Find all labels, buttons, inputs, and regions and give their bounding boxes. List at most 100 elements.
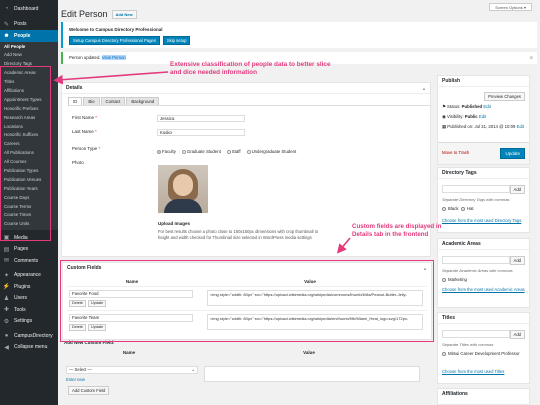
- menu-pages[interactable]: ▤ Pages: [0, 244, 58, 256]
- menu-settings[interactable]: ⚙ Settings: [0, 316, 58, 328]
- titles-input[interactable]: [442, 330, 510, 338]
- academic-areas-metabox: Academic Areas Add Separate Academic Are…: [437, 238, 530, 308]
- add-area-button[interactable]: Add: [509, 256, 525, 265]
- submenu-all-people[interactable]: All People: [0, 43, 58, 52]
- directory-tags-metabox: Directory Tags Add Separate Directory Ta…: [437, 167, 530, 233]
- add-tag-button[interactable]: Add: [509, 185, 525, 194]
- menu-dashboard[interactable]: ◔ Dashboard: [0, 3, 58, 15]
- setup-pages-button[interactable]: Setup Campus Directory Professional Page…: [69, 36, 160, 45]
- appearance-icon: ✦: [3, 272, 10, 279]
- tag-label: Marketing: [448, 277, 467, 282]
- remove-tag-icon[interactable]: [460, 206, 465, 211]
- directory-tags-input[interactable]: [442, 185, 510, 193]
- remove-tag-icon[interactable]: [442, 206, 446, 211]
- col-name: Name: [122, 350, 136, 355]
- remove-tag-icon[interactable]: [442, 277, 446, 282]
- menu-comments[interactable]: ✉ Comments: [0, 255, 58, 267]
- required-marker: *: [98, 146, 101, 151]
- tab-id[interactable]: ID: [68, 97, 83, 105]
- label-text: Person Type: [72, 146, 98, 151]
- welcome-text: Welcome to Campus Directory Professional: [69, 27, 163, 32]
- published-on-line: ▦ Published on: Jul 31, 2014 @ 10:09 Edi…: [442, 124, 526, 130]
- last-name-input[interactable]: Kusko: [157, 129, 245, 136]
- view-person-link[interactable]: View Person: [101, 55, 126, 60]
- tab-bio[interactable]: Bio: [83, 97, 100, 105]
- dashboard-icon: ◔: [4, 5, 9, 12]
- choose-most-used-tags-link[interactable]: Choose from the most used Directory Tags: [442, 218, 521, 223]
- skip-setup-button[interactable]: Skip setup: [162, 36, 191, 45]
- first-name-input[interactable]: Jessica: [157, 115, 245, 122]
- choose-most-used-areas-link[interactable]: Choose from the most used Academic Areas: [442, 287, 526, 293]
- tab-background[interactable]: Background: [126, 97, 160, 105]
- publish-actions: Move to Trash Update: [438, 142, 529, 164]
- affiliations-title[interactable]: Affiliations: [438, 389, 529, 400]
- publish-metabox: Publish Preview Changes ⚑ Status: Publis…: [437, 75, 530, 165]
- edit-date-link[interactable]: Edit: [517, 124, 524, 129]
- radio-faculty[interactable]: Faculty: [157, 149, 176, 154]
- menu-tools[interactable]: ✚ Tools: [0, 304, 58, 316]
- tab-contact[interactable]: Contact: [100, 97, 126, 105]
- menu-users[interactable]: ♟ Users: [0, 293, 58, 305]
- menu-label: Pages: [14, 246, 29, 253]
- submenu-add-new[interactable]: Add New: [0, 51, 58, 60]
- titles-title[interactable]: Titles: [438, 313, 529, 324]
- select-value: — Select —: [69, 367, 92, 372]
- choose-most-used-titles-link[interactable]: Choose from the most used Titles: [442, 369, 504, 374]
- menu-posts[interactable]: ✎ Posts: [0, 19, 58, 31]
- required-marker: *: [95, 115, 98, 120]
- update-button[interactable]: Update: [500, 148, 525, 159]
- photo-face: [173, 174, 193, 196]
- pin-icon: ✎: [3, 21, 10, 28]
- page-title: Edit Person: [61, 9, 108, 19]
- chevron-down-icon: ⌄: [191, 367, 195, 372]
- annotation-callout: Extensive classification of people data …: [170, 61, 331, 76]
- annotation-highlight-submenu: [0, 66, 51, 241]
- caret-up-icon[interactable]: ▲: [422, 86, 426, 91]
- titles-metabox: Titles Add Separate Titles with commas M…: [437, 312, 530, 384]
- first-name-label: First Name *: [72, 115, 97, 120]
- radio-label: Staff: [231, 149, 241, 154]
- menu-label: Collapse menu: [14, 344, 48, 351]
- add-new-button[interactable]: Add New: [111, 9, 137, 19]
- menu-campusdirectory[interactable]: ● CampusDirectory: [0, 330, 58, 342]
- add-custom-field-section: Add New Custom Field: Name Value — Selec…: [62, 340, 432, 405]
- status-line: ⚑ Status: Published Edit: [442, 104, 491, 110]
- radio-staff[interactable]: Staff: [226, 149, 241, 154]
- publish-title[interactable]: Publish: [438, 76, 529, 87]
- menu-appearance[interactable]: ✦ Appearance: [0, 270, 58, 282]
- add-custom-field-button[interactable]: Add Custom Field: [68, 386, 110, 395]
- label-text: First Name: [72, 115, 95, 120]
- remove-tag-icon[interactable]: [442, 351, 446, 356]
- page-header: Edit Person Add New: [61, 9, 137, 19]
- edit-status-link[interactable]: Edit: [483, 104, 490, 109]
- details-title[interactable]: Details: [62, 83, 430, 94]
- add-title-button[interactable]: Add: [509, 330, 525, 339]
- status-value: Published: [461, 104, 483, 109]
- radio-empty-icon: [246, 149, 251, 154]
- settings-icon: ⚙: [3, 318, 10, 325]
- people-icon: ☻: [3, 32, 10, 39]
- radio-graduate-student[interactable]: Graduate Student: [181, 149, 221, 154]
- custom-field-value-textarea[interactable]: [204, 366, 420, 382]
- radio-checked-icon: [157, 149, 161, 154]
- person-photo[interactable]: [158, 165, 208, 213]
- radio-undergraduate-student[interactable]: Undergraduate Student: [246, 149, 296, 154]
- custom-field-key-select[interactable]: — Select — ⌄: [66, 366, 198, 374]
- upload-images-label[interactable]: Upload Images: [158, 221, 190, 226]
- edit-visibility-link[interactable]: Edit: [479, 114, 486, 119]
- menu-collapse[interactable]: ◀ Collapse menu: [0, 342, 58, 354]
- academic-areas-title[interactable]: Academic Areas: [438, 239, 529, 250]
- menu-plugins[interactable]: ⚡ Plugins: [0, 281, 58, 293]
- menu-label: Posts: [14, 21, 27, 28]
- tag-chips: Black Hat: [442, 206, 474, 211]
- menu-label: Comments: [14, 257, 39, 264]
- preview-changes-button[interactable]: Preview Changes: [484, 92, 525, 101]
- menu-people[interactable]: ☻ People: [0, 30, 58, 42]
- screen-options-button[interactable]: Screen Options ▾: [489, 3, 532, 11]
- dismiss-icon[interactable]: ⊘: [529, 52, 533, 64]
- plugins-icon: ⚡: [2, 284, 11, 291]
- enter-new-link[interactable]: Enter new: [66, 377, 85, 382]
- academic-areas-input[interactable]: [442, 256, 510, 264]
- move-to-trash-link[interactable]: Move to Trash: [442, 150, 469, 155]
- directory-tags-title[interactable]: Directory Tags: [438, 168, 529, 179]
